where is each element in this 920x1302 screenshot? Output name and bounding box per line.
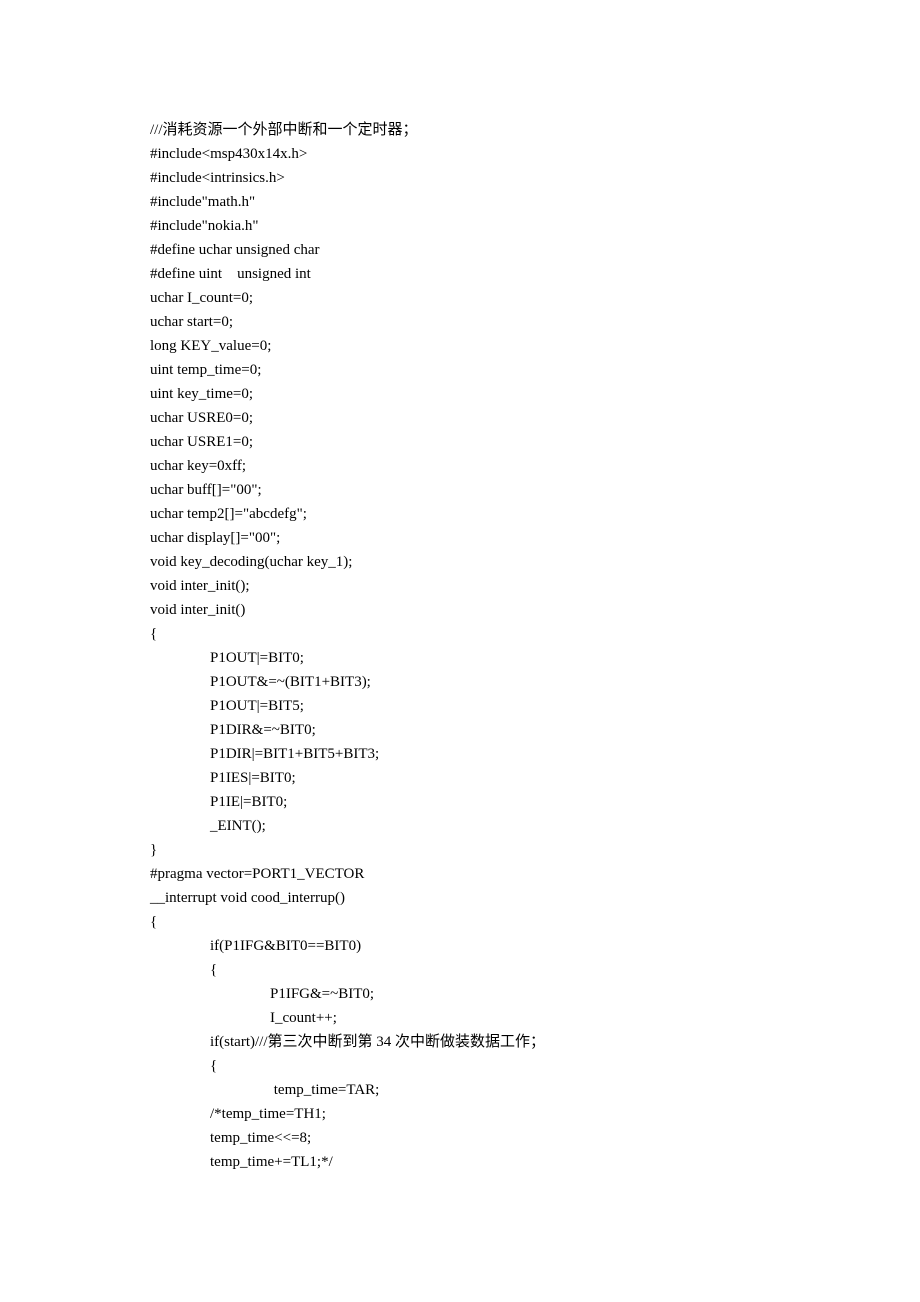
document-page: ///消耗资源一个外部中断和一个定时器；#include<msp430x14x.…: [0, 0, 920, 1302]
code-line: {: [150, 958, 770, 982]
code-line: uchar I_count=0;: [150, 286, 770, 310]
code-line: P1OUT|=BIT5;: [150, 694, 770, 718]
code-line: uchar USRE0=0;: [150, 406, 770, 430]
code-line: {: [150, 622, 770, 646]
code-line: uchar buff[]="00";: [150, 478, 770, 502]
code-line: uint temp_time=0;: [150, 358, 770, 382]
code-line: uchar key=0xff;: [150, 454, 770, 478]
code-line: void key_decoding(uchar key_1);: [150, 550, 770, 574]
code-line: temp_time+=TL1;*/: [150, 1150, 770, 1174]
code-line: ///消耗资源一个外部中断和一个定时器；: [150, 118, 770, 142]
code-line: __interrupt void cood_interrup(): [150, 886, 770, 910]
code-line: I_count++;: [150, 1006, 770, 1030]
code-line: uchar temp2[]="abcdefg";: [150, 502, 770, 526]
code-line: {: [150, 1054, 770, 1078]
code-line: P1DIR&=~BIT0;: [150, 718, 770, 742]
code-line: uchar USRE1=0;: [150, 430, 770, 454]
code-line: #include"math.h": [150, 190, 770, 214]
code-line: #include<intrinsics.h>: [150, 166, 770, 190]
code-line: #pragma vector=PORT1_VECTOR: [150, 862, 770, 886]
code-line: if(start)///第三次中断到第 34 次中断做装数据工作；: [150, 1030, 770, 1054]
code-line: _EINT();: [150, 814, 770, 838]
code-block: ///消耗资源一个外部中断和一个定时器；#include<msp430x14x.…: [150, 118, 770, 1174]
code-line: temp_time=TAR;: [150, 1078, 770, 1102]
code-line: /*temp_time=TH1;: [150, 1102, 770, 1126]
code-line: }: [150, 838, 770, 862]
code-line: P1IFG&=~BIT0;: [150, 982, 770, 1006]
code-line: void inter_init(): [150, 598, 770, 622]
code-line: uint key_time=0;: [150, 382, 770, 406]
code-line: P1OUT|=BIT0;: [150, 646, 770, 670]
code-line: #define uchar unsigned char: [150, 238, 770, 262]
code-line: P1IES|=BIT0;: [150, 766, 770, 790]
code-line: {: [150, 910, 770, 934]
code-line: P1OUT&=~(BIT1+BIT3);: [150, 670, 770, 694]
code-line: #define uint unsigned int: [150, 262, 770, 286]
code-line: P1IE|=BIT0;: [150, 790, 770, 814]
code-line: P1DIR|=BIT1+BIT5+BIT3;: [150, 742, 770, 766]
code-line: uchar display[]="00";: [150, 526, 770, 550]
code-line: if(P1IFG&BIT0==BIT0): [150, 934, 770, 958]
code-line: temp_time<<=8;: [150, 1126, 770, 1150]
code-line: #include"nokia.h": [150, 214, 770, 238]
code-line: long KEY_value=0;: [150, 334, 770, 358]
code-line: void inter_init();: [150, 574, 770, 598]
code-line: uchar start=0;: [150, 310, 770, 334]
code-line: #include<msp430x14x.h>: [150, 142, 770, 166]
